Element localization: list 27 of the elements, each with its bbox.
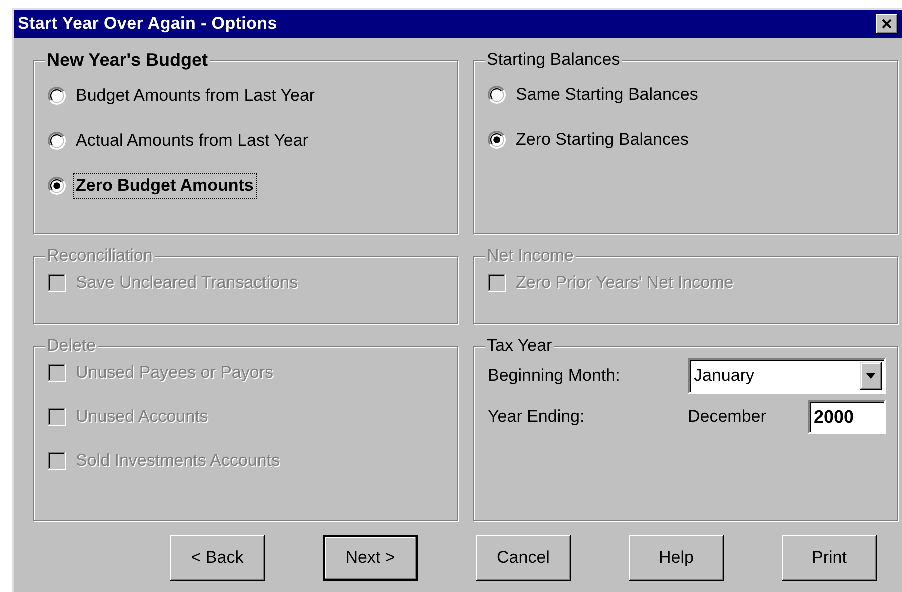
caret-icon [866, 373, 876, 379]
dialog-button[interactable]: Print [782, 535, 877, 581]
dialog-button[interactable]: Cancel [476, 535, 571, 581]
radio-button[interactable] [48, 132, 66, 150]
radio-button[interactable] [488, 86, 506, 104]
radio-button[interactable] [48, 177, 66, 195]
window-title: Start Year Over Again - Options [18, 14, 278, 34]
radio-label[interactable]: Actual Amounts from Last Year [76, 131, 308, 151]
group-title: New Year's Budget [45, 50, 210, 71]
month-dropdown[interactable]: January [688, 358, 886, 394]
radio-label[interactable]: Same Starting Balances [516, 85, 698, 105]
field-label: Year Ending: [488, 407, 586, 427]
month-text: December [688, 407, 768, 427]
radio-label[interactable]: Zero Starting Balances [516, 130, 689, 150]
dialog-button[interactable]: Help [629, 535, 724, 581]
close-icon [882, 19, 892, 29]
radio-button[interactable] [48, 87, 66, 105]
radio-label[interactable]: Zero Budget Amounts [76, 176, 254, 196]
dialog-button[interactable]: Next > [323, 535, 418, 581]
dropdown-button[interactable] [860, 362, 882, 390]
close-button[interactable] [876, 14, 898, 34]
year-field[interactable]: 2000 [808, 400, 886, 434]
radio-button[interactable] [488, 131, 506, 149]
dialog-button[interactable]: < Back [170, 535, 265, 581]
field-label: Beginning Month: [488, 366, 622, 386]
radio-label[interactable]: Budget Amounts from Last Year [76, 86, 316, 106]
group-title: Starting Balances [485, 50, 622, 70]
